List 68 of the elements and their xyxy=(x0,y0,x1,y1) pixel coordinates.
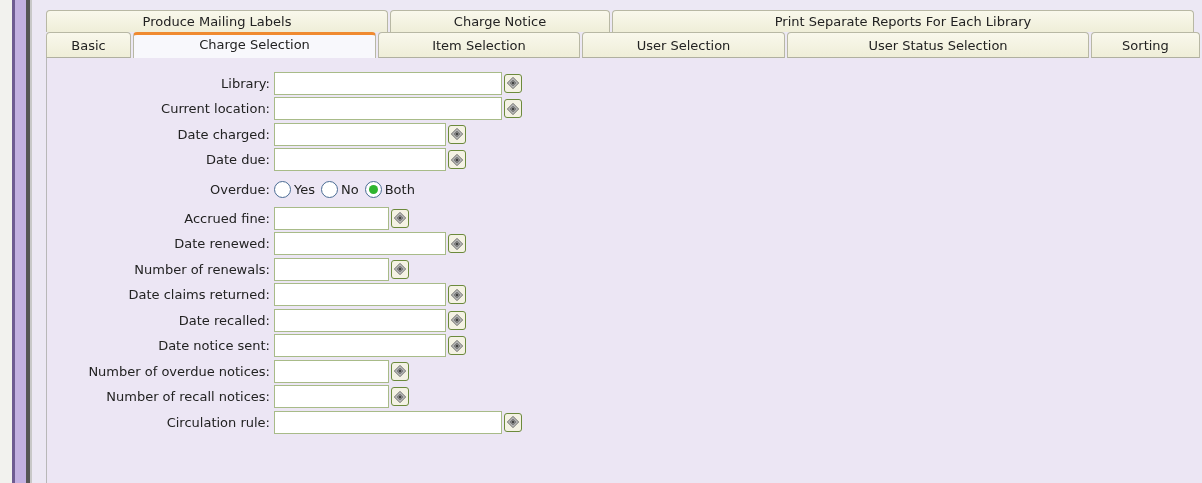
field-label: Date charged: xyxy=(176,126,271,142)
diamond-icon xyxy=(394,390,406,403)
radio-label: Both xyxy=(384,181,415,197)
input-field[interactable] xyxy=(274,206,389,230)
input-field[interactable] xyxy=(274,148,446,172)
radio-button[interactable] xyxy=(364,180,382,198)
lookup-button[interactable] xyxy=(504,412,522,432)
tab[interactable]: Produce Mailing Labels xyxy=(46,10,388,32)
field-label: Library: xyxy=(220,75,271,91)
lookup-button[interactable] xyxy=(391,361,409,381)
diamond-icon xyxy=(394,365,406,378)
field-label: Number of overdue notices: xyxy=(87,363,271,379)
field-label: Number of recall notices: xyxy=(105,389,271,405)
radio-button[interactable] xyxy=(274,180,291,198)
tab[interactable]: Print Separate Reports For Each Library xyxy=(612,10,1194,32)
diamond-icon xyxy=(451,153,463,166)
field-label: Date recalled: xyxy=(177,312,271,328)
input-field[interactable] xyxy=(274,122,446,146)
diamond-icon xyxy=(451,288,463,301)
tab[interactable]: User Selection xyxy=(582,32,785,58)
field-label: Accrued fine: xyxy=(183,210,271,226)
tab[interactable]: Charge Notice xyxy=(390,10,610,32)
radio-button[interactable] xyxy=(321,180,338,198)
tab[interactable]: Charge Selection xyxy=(133,32,376,58)
input-field[interactable] xyxy=(274,410,502,434)
radio-label: No xyxy=(341,181,359,197)
lookup-button[interactable] xyxy=(391,259,409,279)
field-label: Date renewed: xyxy=(173,236,271,252)
field-label: Date claims returned: xyxy=(127,287,271,303)
input-field[interactable] xyxy=(274,359,389,383)
field-label: Current location: xyxy=(160,101,271,117)
lookup-button[interactable] xyxy=(504,73,522,93)
lookup-button[interactable] xyxy=(448,310,466,330)
input-field[interactable] xyxy=(274,257,389,281)
diamond-icon xyxy=(394,263,406,276)
lookup-button[interactable] xyxy=(448,234,466,254)
lookup-button[interactable] xyxy=(448,150,466,170)
lookup-button[interactable] xyxy=(391,208,409,228)
diamond-icon xyxy=(507,416,519,429)
input-field[interactable] xyxy=(274,97,502,121)
input-field[interactable] xyxy=(274,334,446,358)
input-field[interactable] xyxy=(274,283,446,307)
diamond-icon xyxy=(507,77,519,90)
tab[interactable]: Item Selection xyxy=(378,32,580,58)
diamond-icon xyxy=(451,237,463,250)
field-label: Date due: xyxy=(204,152,271,168)
radio-label: Yes xyxy=(294,181,315,197)
tab[interactable]: Basic xyxy=(46,32,131,58)
field-label: Date notice sent: xyxy=(157,338,271,354)
diamond-icon xyxy=(507,102,519,115)
input-field[interactable] xyxy=(274,385,389,409)
lookup-button[interactable] xyxy=(448,336,466,356)
input-field[interactable] xyxy=(274,232,446,256)
lookup-button[interactable] xyxy=(448,285,466,305)
input-field[interactable] xyxy=(274,308,446,332)
lookup-button[interactable] xyxy=(448,124,466,144)
input-field[interactable] xyxy=(274,71,502,95)
diamond-icon xyxy=(394,212,406,225)
field-label: Circulation rule: xyxy=(165,414,271,430)
diamond-icon xyxy=(451,339,463,352)
tab[interactable]: Sorting xyxy=(1091,32,1200,58)
lookup-button[interactable] xyxy=(504,99,522,119)
lookup-button[interactable] xyxy=(391,387,409,407)
diamond-icon xyxy=(451,314,463,327)
field-label: Overdue: xyxy=(209,181,271,197)
field-label: Number of renewals: xyxy=(133,261,271,277)
diamond-icon xyxy=(451,128,463,141)
tab[interactable]: User Status Selection xyxy=(787,32,1089,58)
